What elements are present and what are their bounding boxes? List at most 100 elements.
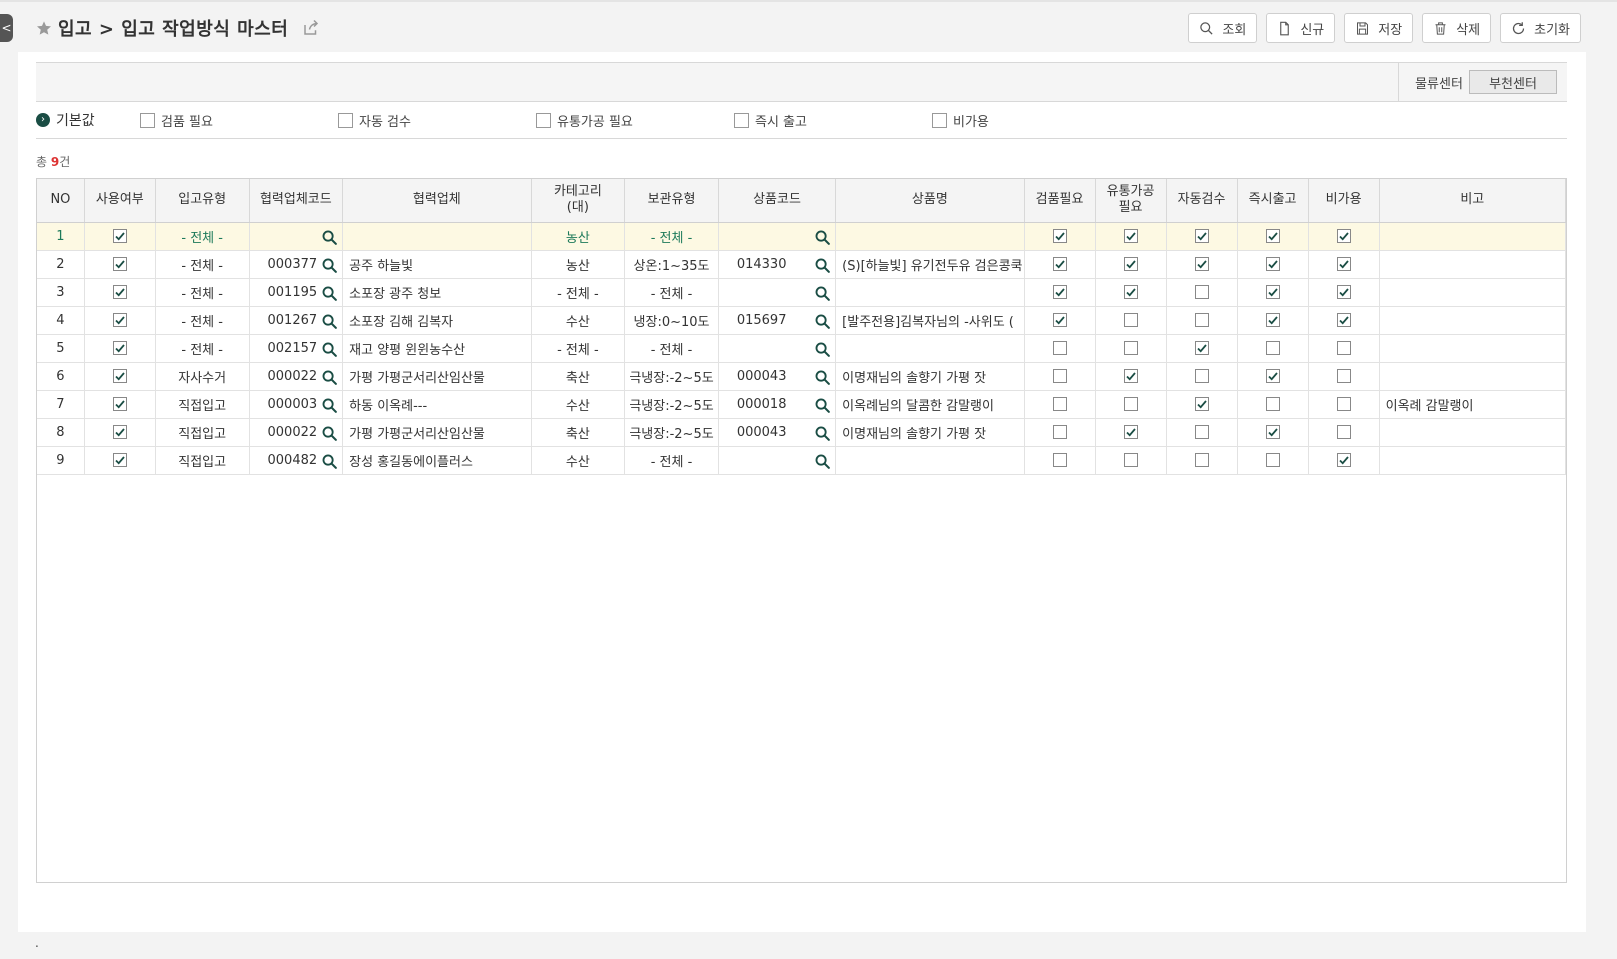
checkbox[interactable] — [1052, 341, 1067, 355]
search-icon[interactable] — [814, 397, 831, 414]
table-row[interactable]: 1- 전체 - 농산 - 전체 - — [37, 222, 1567, 251]
checkbox[interactable] — [112, 285, 127, 299]
row-number[interactable]: 9 — [37, 446, 85, 475]
inbound-type-cell[interactable]: 자사수거 — [155, 362, 250, 391]
vendor-name-cell[interactable]: 공주 하늘빛 — [342, 250, 532, 279]
vendor-code-cell[interactable]: 001267 — [249, 306, 344, 335]
checkbox[interactable] — [1052, 397, 1067, 411]
checkbox[interactable] — [1265, 257, 1280, 271]
inbound-type-cell[interactable]: - 전체 - — [155, 222, 250, 251]
column-header[interactable]: 상품코드 — [718, 179, 837, 223]
checkbox[interactable] — [1265, 229, 1280, 243]
product-code-cell[interactable] — [718, 446, 837, 475]
column-header[interactable]: NO — [37, 179, 85, 223]
checkbox[interactable] — [112, 425, 127, 439]
product-name-cell[interactable] — [835, 334, 1025, 363]
checkbox[interactable] — [1336, 313, 1351, 327]
note-cell[interactable] — [1379, 222, 1567, 251]
column-header[interactable]: 비고 — [1379, 179, 1567, 223]
table-row[interactable]: 8 직접입고 000022 가평 가평군서리산임산물 축산 극냉장:-2~5도 000043… — [37, 418, 1567, 447]
row-number[interactable]: 4 — [37, 306, 85, 335]
search-icon[interactable] — [321, 397, 338, 414]
vendor-code-cell[interactable]: 000022 — [249, 418, 344, 447]
table-row[interactable]: 2 - 전체 - 000377 공주 하늘빛 농산 상온:1~35도 014330 (S)[하… — [37, 250, 1567, 279]
search-icon[interactable] — [321, 425, 338, 442]
product-name-cell[interactable] — [835, 278, 1025, 307]
checkbox[interactable] — [1052, 313, 1067, 327]
search-icon[interactable] — [814, 369, 831, 386]
checkbox[interactable] — [1123, 369, 1138, 383]
column-header[interactable]: 유통가공 필요 — [1095, 179, 1167, 223]
column-header[interactable]: 검품필요 — [1024, 179, 1096, 223]
storage-type-cell[interactable]: 냉장:0~10도 — [624, 306, 719, 335]
vendor-code-cell[interactable]: 002157 — [249, 334, 344, 363]
column-header[interactable]: 상품명 — [835, 179, 1025, 223]
category-cell[interactable]: 축산 — [531, 362, 626, 391]
product-code-cell[interactable]: 014330 — [718, 250, 837, 279]
storage-type-cell[interactable]: - 전체 - — [624, 278, 719, 307]
inbound-type-cell[interactable]: 직접입고 — [155, 446, 250, 475]
vendor-code-cell[interactable]: 000377 — [249, 250, 344, 279]
storage-type-cell[interactable]: - 전체 - — [624, 334, 719, 363]
storage-type-cell[interactable]: - 전체 - — [624, 222, 719, 251]
checkbox[interactable] — [112, 313, 127, 327]
checkbox[interactable] — [1265, 369, 1280, 383]
vendor-code-cell[interactable] — [249, 222, 344, 251]
storage-type-cell[interactable]: 극냉장:-2~5도 — [624, 418, 719, 447]
vendor-name-cell[interactable]: 재고 양평 윈윈농수산 — [342, 334, 532, 363]
inbound-type-cell[interactable]: - 전체 - — [155, 306, 250, 335]
search-icon[interactable] — [321, 313, 338, 330]
storage-type-cell[interactable]: - 전체 - — [624, 446, 719, 475]
product-name-cell[interactable]: 이명재님의 솔향기 가평 잣 — [835, 362, 1025, 391]
checkbox[interactable] — [140, 112, 155, 128]
checkbox[interactable] — [1194, 397, 1209, 411]
checkbox[interactable] — [112, 341, 127, 355]
table-row[interactable]: 9 직접입고 000482 장성 홍길동에이플러스 수산 - 전체 - — [37, 446, 1567, 475]
column-header[interactable]: 카테고리 (대) — [531, 179, 626, 223]
search-icon[interactable] — [814, 453, 831, 470]
checkbox[interactable] — [1123, 453, 1138, 467]
inbound-type-cell[interactable]: - 전체 - — [155, 278, 250, 307]
inbound-type-cell[interactable]: - 전체 - — [155, 250, 250, 279]
note-cell[interactable] — [1379, 362, 1567, 391]
checkbox[interactable] — [112, 397, 127, 411]
checkbox[interactable] — [932, 112, 947, 128]
vendor-name-cell[interactable]: 가평 가평군서리산임산물 — [342, 418, 532, 447]
save-button[interactable]: 저장 — [1344, 13, 1414, 43]
inbound-type-cell[interactable]: 직접입고 — [155, 390, 250, 419]
row-number[interactable]: 1 — [37, 222, 85, 251]
default-option-inspection[interactable]: 검품 필요 — [140, 111, 338, 130]
category-cell[interactable]: 농산 — [531, 222, 626, 251]
checkbox[interactable] — [1194, 341, 1209, 355]
checkbox[interactable] — [1052, 285, 1067, 299]
checkbox[interactable] — [112, 257, 127, 271]
checkbox[interactable] — [1194, 285, 1209, 299]
vendor-code-cell[interactable]: 001195 — [249, 278, 344, 307]
checkbox[interactable] — [734, 112, 749, 128]
row-number[interactable]: 7 — [37, 390, 85, 419]
note-cell[interactable] — [1379, 306, 1567, 335]
row-number[interactable]: 3 — [37, 278, 85, 307]
collapse-sidebar-button[interactable]: < — [0, 14, 13, 42]
checkbox[interactable] — [1123, 425, 1138, 439]
column-header[interactable]: 즉시출고 — [1237, 179, 1309, 223]
checkbox[interactable] — [1194, 453, 1209, 467]
product-name-cell[interactable] — [835, 446, 1025, 475]
note-cell[interactable] — [1379, 334, 1567, 363]
category-cell[interactable]: 수산 — [531, 390, 626, 419]
checkbox[interactable] — [1052, 369, 1067, 383]
search-icon[interactable] — [321, 229, 338, 246]
search-icon[interactable] — [814, 285, 831, 302]
center-select[interactable]: 부천센터 — [1469, 70, 1557, 94]
table-row[interactable]: 6 자사수거 000022 가평 가평군서리산임산물 축산 극냉장:-2~5도 000043… — [37, 362, 1567, 391]
checkbox[interactable] — [1336, 257, 1351, 271]
delete-button[interactable]: 삭제 — [1422, 13, 1492, 43]
checkbox[interactable] — [1123, 313, 1138, 327]
row-number[interactable]: 5 — [37, 334, 85, 363]
product-name-cell[interactable]: (S)[하늘빛] 유기전두유 검은콩쿡 — [835, 250, 1025, 279]
checkbox[interactable] — [1336, 397, 1351, 411]
favorite-star-icon[interactable] — [36, 20, 52, 36]
table-row[interactable]: 7 직접입고 000003 하동 이옥례--- 수산 극냉장:-2~5도 000018 이옥례… — [37, 390, 1567, 419]
checkbox[interactable] — [338, 112, 353, 128]
table-row[interactable]: 4 - 전체 - 001267 소포장 김해 김복자 수산 냉장:0~10도 015697 [… — [37, 306, 1567, 335]
